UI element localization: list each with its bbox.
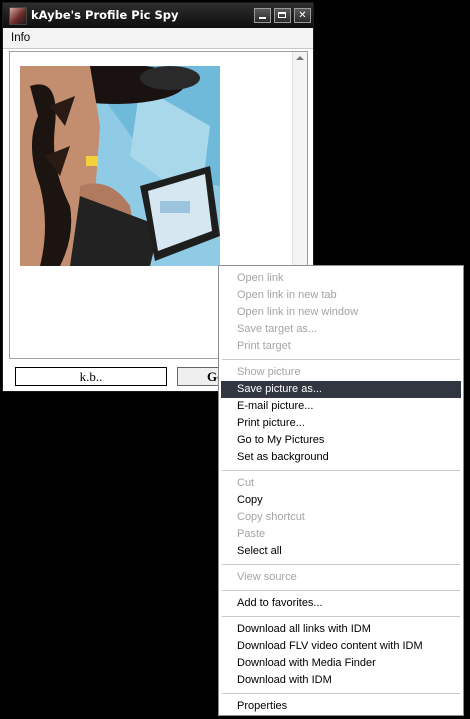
profile-picture-art bbox=[20, 66, 220, 266]
context-item-save-target-as: Save target as... bbox=[237, 323, 318, 335]
menu-bar: Info bbox=[3, 28, 313, 49]
context-item-view-source: View source bbox=[237, 571, 297, 583]
menu-separator bbox=[222, 359, 460, 360]
name-field[interactable]: k.b.. bbox=[15, 367, 167, 386]
context-item-select-all[interactable]: Select all bbox=[221, 543, 461, 560]
context-item-print-target: Print target bbox=[237, 340, 291, 352]
context-item-e-mail-picture[interactable]: E-mail picture... bbox=[221, 398, 461, 415]
menu-separator bbox=[222, 590, 460, 591]
app-icon bbox=[9, 7, 27, 25]
context-item-copy-shortcut: Copy shortcut bbox=[237, 511, 305, 523]
context-item-add-to-favorites[interactable]: Add to favorites... bbox=[221, 595, 461, 612]
context-item-set-as-background[interactable]: Set as background bbox=[221, 449, 461, 466]
menu-info[interactable]: Info bbox=[11, 32, 30, 44]
context-item-open-link-in-new-window: Open link in new window bbox=[237, 306, 359, 318]
context-item-download-with-media-finder[interactable]: Download with Media Finder bbox=[221, 655, 461, 672]
context-item-download-all-links-with-idm[interactable]: Download all links with IDM bbox=[221, 621, 461, 638]
minimize-button[interactable] bbox=[254, 8, 271, 23]
context-item-paste: Paste bbox=[237, 528, 266, 540]
context-item-save-picture-as[interactable]: Save picture as... bbox=[221, 381, 461, 398]
context-item-go-to-my-pictures[interactable]: Go to My Pictures bbox=[221, 432, 461, 449]
profile-picture[interactable] bbox=[20, 66, 220, 266]
context-item-cut: Cut bbox=[237, 477, 255, 489]
context-item-properties[interactable]: Properties bbox=[221, 698, 461, 715]
scroll-up-arrow-icon[interactable] bbox=[296, 56, 304, 60]
close-icon: ✕ bbox=[298, 10, 307, 21]
context-item-download-with-idm[interactable]: Download with IDM bbox=[221, 672, 461, 689]
context-item-open-link-in-new-tab: Open link in new tab bbox=[237, 289, 337, 301]
context-item-print-picture[interactable]: Print picture... bbox=[221, 415, 461, 432]
menu-separator bbox=[222, 693, 460, 694]
minimize-icon bbox=[259, 17, 266, 19]
menu-separator bbox=[222, 616, 460, 617]
menu-separator bbox=[222, 470, 460, 471]
maximize-icon bbox=[278, 12, 286, 18]
menu-separator bbox=[222, 564, 460, 565]
maximize-button[interactable] bbox=[274, 8, 291, 23]
context-item-open-link: Open link bbox=[237, 272, 284, 284]
context-menu: Open link Open link in new tab Open link i… bbox=[218, 265, 464, 716]
context-item-download-flv-video-content-with-idm[interactable]: Download FLV video content with IDM bbox=[221, 638, 461, 655]
context-item-copy[interactable]: Copy bbox=[221, 492, 461, 509]
close-button[interactable]: ✕ bbox=[294, 8, 311, 23]
title-bar[interactable]: kAybe's Profile Pic Spy ✕ bbox=[3, 3, 313, 28]
window-title: kAybe's Profile Pic Spy bbox=[31, 8, 179, 22]
context-item-show-picture: Show picture bbox=[237, 366, 301, 378]
